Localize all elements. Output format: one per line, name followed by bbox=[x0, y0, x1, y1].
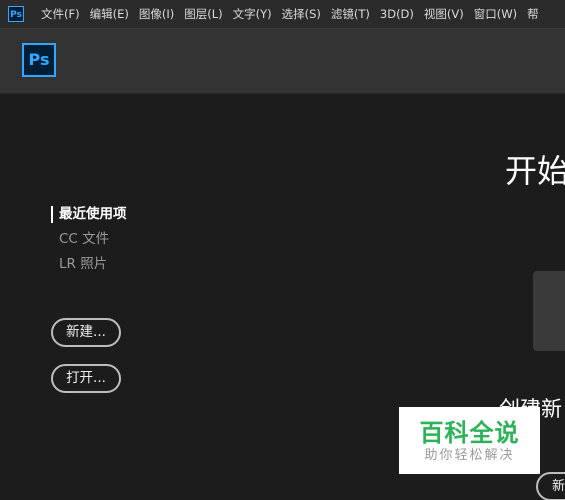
menu-image[interactable]: 图像(I) bbox=[134, 0, 179, 28]
menu-type[interactable]: 文字(Y) bbox=[228, 0, 277, 28]
nav-item-cc-files[interactable]: CC 文件 bbox=[51, 229, 127, 254]
photoshop-app-icon[interactable]: Ps bbox=[8, 6, 24, 22]
start-nav: 最近使用项 CC 文件 LR 照片 bbox=[51, 204, 127, 279]
menu-select[interactable]: 选择(S) bbox=[277, 0, 326, 28]
recent-file-thumbnail[interactable] bbox=[533, 271, 565, 351]
watermark-title: 百科全说 bbox=[419, 419, 520, 447]
start-title: 开始 bbox=[505, 152, 565, 190]
menu-3d[interactable]: 3D(D) bbox=[375, 0, 419, 28]
menu-window[interactable]: 窗口(W) bbox=[469, 0, 522, 28]
menu-help[interactable]: 帮 bbox=[522, 0, 544, 28]
nav-item-lr-photos[interactable]: LR 照片 bbox=[51, 254, 127, 279]
photoshop-start-screen: Ps 文件(F) 编辑(E) 图像(I) 图层(L) 文字(Y) 选择(S) 滤… bbox=[0, 0, 565, 500]
menu-layer[interactable]: 图层(L) bbox=[179, 0, 227, 28]
new-button[interactable]: 新建... bbox=[51, 318, 121, 347]
nav-item-recent[interactable]: 最近使用项 bbox=[51, 204, 127, 229]
photoshop-logo: Ps bbox=[22, 43, 56, 77]
open-button[interactable]: 打开... bbox=[51, 364, 121, 393]
menu-filter[interactable]: 滤镜(T) bbox=[326, 0, 375, 28]
create-new-button[interactable]: 新 bbox=[536, 472, 565, 500]
baike-watermark: 百科全说 助你轻松解决 bbox=[399, 407, 540, 474]
watermark-subtitle: 助你轻松解决 bbox=[424, 448, 515, 463]
start-header: Ps bbox=[0, 29, 565, 94]
menu-file[interactable]: 文件(F) bbox=[36, 0, 85, 28]
menu-view[interactable]: 视图(V) bbox=[419, 0, 469, 28]
menu-bar: Ps 文件(F) 编辑(E) 图像(I) 图层(L) 文字(Y) 选择(S) 滤… bbox=[0, 0, 565, 29]
menu-edit[interactable]: 编辑(E) bbox=[85, 0, 134, 28]
